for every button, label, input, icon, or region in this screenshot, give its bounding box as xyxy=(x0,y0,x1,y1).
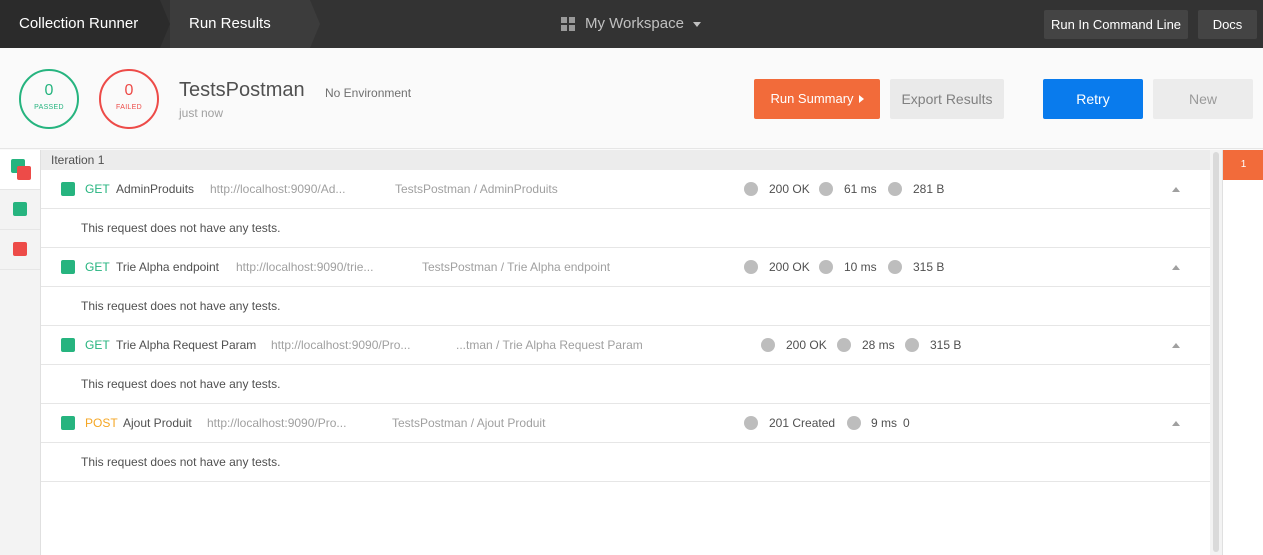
no-tests-message: This request does not have any tests. xyxy=(81,377,281,391)
request-item: GET Trie Alpha Request Param http://loca… xyxy=(41,326,1210,404)
fail-square-icon xyxy=(13,242,27,256)
chevron-up-icon[interactable] xyxy=(1172,421,1180,426)
time-dot-icon xyxy=(847,416,861,430)
breadcrumb-separator xyxy=(160,0,170,48)
response-status: 200 OK xyxy=(786,338,827,352)
request-name: Trie Alpha endpoint xyxy=(116,260,219,274)
pass-square-icon xyxy=(61,338,75,352)
scrollbar-thumb[interactable] xyxy=(1213,152,1219,552)
request-name: AdminProduits xyxy=(116,182,195,196)
chevron-up-icon[interactable] xyxy=(1172,343,1180,348)
response-size: 315 B xyxy=(913,260,945,274)
size-dot-icon xyxy=(905,338,919,352)
failed-count: 0 xyxy=(124,82,134,99)
request-url: http://localhost:9090/Ad... xyxy=(210,182,346,196)
new-button[interactable]: New xyxy=(1153,79,1253,119)
request-url: http://localhost:9090/Pro... xyxy=(207,416,347,430)
retry-button[interactable]: Retry xyxy=(1043,79,1143,119)
breadcrumb-collection-runner[interactable]: Collection Runner xyxy=(0,0,160,48)
passed-counter: 0 PASSED xyxy=(19,69,79,129)
request-path: TestsPostman / Ajout Produit xyxy=(392,416,546,430)
run-time: just now xyxy=(179,106,224,120)
request-method: GET xyxy=(85,338,110,352)
request-path: TestsPostman / Trie Alpha endpoint xyxy=(422,260,611,274)
request-path: TestsPostman / AdminProduits xyxy=(395,182,558,196)
request-name: Trie Alpha Request Param xyxy=(116,338,257,352)
passed-label: PASSED xyxy=(34,104,64,111)
status-dot-icon xyxy=(761,338,775,352)
request-path: ...tman / Trie Alpha Request Param xyxy=(456,338,643,352)
top-bar: Collection Runner Run Results My Workspa… xyxy=(0,0,1263,48)
iteration-panel: 1 xyxy=(1222,150,1263,555)
response-size: 315 B xyxy=(930,338,962,352)
workspace-switcher[interactable]: My Workspace xyxy=(561,14,701,34)
request-row[interactable]: POST Ajout Produit http://localhost:9090… xyxy=(41,404,1210,443)
run-in-command-line-button[interactable]: Run In Command Line xyxy=(1044,10,1188,39)
collection-name: TestsPostman xyxy=(179,79,305,101)
response-status: 200 OK xyxy=(769,260,810,274)
filter-passed[interactable] xyxy=(0,190,40,230)
workspace-name: My Workspace xyxy=(585,15,684,32)
caret-right-icon xyxy=(859,95,864,103)
failed-label: FAILED xyxy=(116,104,142,111)
request-method: GET xyxy=(85,182,110,196)
environment-label: No Environment xyxy=(325,86,412,100)
no-tests-message: This request does not have any tests. xyxy=(81,221,281,235)
run-summary-button[interactable]: Run Summary xyxy=(754,79,880,119)
response-size: 281 B xyxy=(913,182,945,196)
filter-failed[interactable] xyxy=(0,230,40,270)
pass-square-icon xyxy=(61,260,75,274)
docs-button[interactable]: Docs xyxy=(1198,10,1257,39)
time-dot-icon xyxy=(837,338,851,352)
request-item: GET AdminProduits http://localhost:9090/… xyxy=(41,170,1210,248)
iteration-header: Iteration 1 xyxy=(41,150,1210,170)
failed-counter: 0 FAILED xyxy=(99,69,159,129)
filter-all[interactable] xyxy=(0,150,40,190)
request-row[interactable]: GET Trie Alpha endpoint http://localhost… xyxy=(41,248,1210,287)
response-time: 28 ms xyxy=(862,338,895,352)
request-method: GET xyxy=(85,260,110,274)
fail-square-icon xyxy=(17,166,31,180)
request-item: GET Trie Alpha endpoint http://localhost… xyxy=(41,248,1210,326)
response-time: 9 ms xyxy=(871,416,898,430)
iteration-filter-rail xyxy=(0,150,41,555)
no-tests-message: This request does not have any tests. xyxy=(81,455,281,469)
time-dot-icon xyxy=(819,260,833,274)
pass-square-icon xyxy=(61,416,75,430)
response-time: 10 ms xyxy=(844,260,877,274)
iteration-tab[interactable]: 1 xyxy=(1223,150,1263,180)
chevron-up-icon[interactable] xyxy=(1172,187,1180,192)
request-row[interactable]: GET Trie Alpha Request Param http://loca… xyxy=(41,326,1210,365)
pass-square-icon xyxy=(13,202,27,216)
breadcrumb-separator xyxy=(310,0,320,48)
time-dot-icon xyxy=(819,182,833,196)
export-results-button[interactable]: Export Results xyxy=(890,79,1004,119)
chevron-down-icon xyxy=(692,21,701,27)
request-method: POST xyxy=(85,416,118,430)
no-tests-message: This request does not have any tests. xyxy=(81,299,281,313)
response-status: 201 Created xyxy=(769,416,836,430)
size-dot-icon xyxy=(888,182,902,196)
passed-count: 0 xyxy=(44,82,54,99)
results-list: Iteration 1 GET AdminProduits http://loc… xyxy=(41,150,1210,555)
run-summary-label: Run Summary xyxy=(770,91,854,106)
request-name: Ajout Produit xyxy=(123,416,192,430)
status-dot-icon xyxy=(744,260,758,274)
response-time: 61 ms xyxy=(844,182,877,196)
response-size: 0 xyxy=(903,416,910,430)
status-dot-icon xyxy=(744,182,758,196)
workspace-grid-icon xyxy=(561,17,575,31)
run-header: 0 PASSED 0 FAILED TestsPostman No Enviro… xyxy=(0,48,1263,149)
size-dot-icon xyxy=(888,260,902,274)
status-dot-icon xyxy=(744,416,758,430)
results-scrollbar[interactable] xyxy=(1210,150,1222,555)
pass-square-icon xyxy=(61,182,75,196)
breadcrumb-run-results[interactable]: Run Results xyxy=(170,0,310,48)
request-url: http://localhost:9090/Pro... xyxy=(271,338,411,352)
response-status: 200 OK xyxy=(769,182,810,196)
request-row[interactable]: GET AdminProduits http://localhost:9090/… xyxy=(41,170,1210,209)
request-url: http://localhost:9090/trie... xyxy=(236,260,374,274)
chevron-up-icon[interactable] xyxy=(1172,265,1180,270)
request-item: POST Ajout Produit http://localhost:9090… xyxy=(41,404,1210,482)
